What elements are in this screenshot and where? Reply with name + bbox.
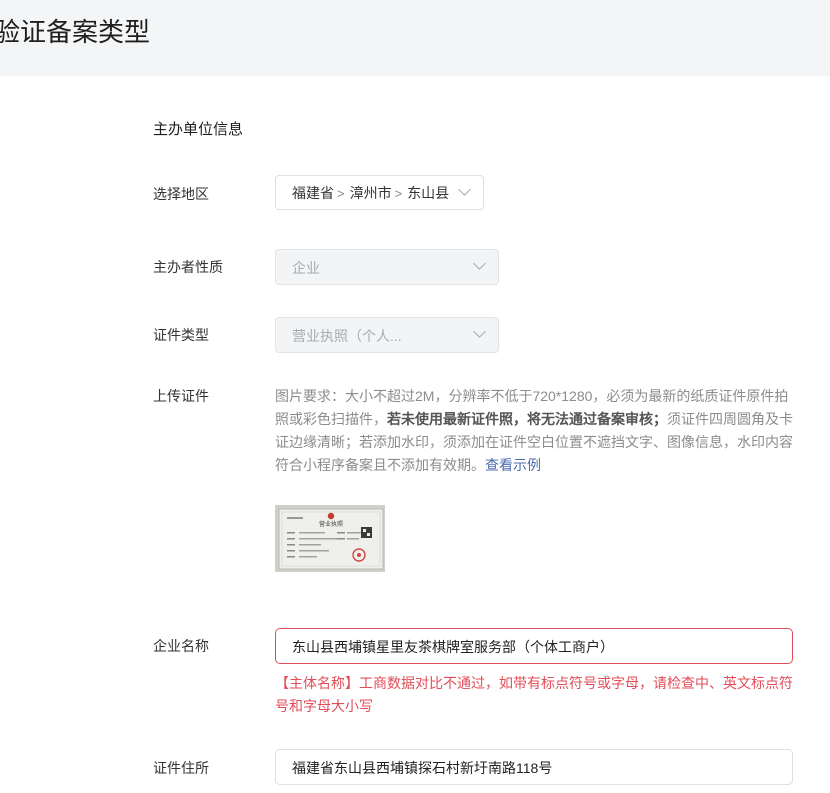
nature-label: 主办者性质 (153, 259, 223, 275)
address-input[interactable]: 福建省东山县西埔镇探石村新圩南路118号 (275, 749, 793, 785)
nature-select[interactable]: 企业 (275, 249, 499, 285)
cert-type-select[interactable]: 营业执照（个人... (275, 317, 499, 353)
breadcrumb-separator-icon: > (337, 186, 345, 201)
region-value: 福建省 > 漳州市 > 东山县 (292, 183, 449, 204)
nature-value: 企业 (292, 260, 320, 276)
view-example-link[interactable]: 查看示例 (485, 457, 541, 473)
company-name-value: 东山县西埔镇星里友茶棋牌室服务部（个体工商户） (292, 639, 614, 655)
certificate-thumbnail[interactable]: 营业执照 (275, 505, 385, 572)
chevron-down-icon (473, 325, 486, 338)
section-title: 主办单位信息 (153, 121, 244, 138)
address-label: 证件住所 (153, 760, 209, 776)
breadcrumb-separator-icon: > (394, 186, 403, 201)
chevron-down-icon (473, 257, 486, 270)
chevron-down-icon (458, 183, 471, 196)
thumbnail-title: 营业执照 (319, 520, 343, 528)
region-city: 漳州市 (349, 185, 392, 201)
upload-requirements: 图片要求：大小不超过2M，分辨率不低于720*1280，必须为最新的纸质证件原件… (275, 385, 795, 477)
region-county: 东山县 (407, 185, 450, 201)
region-label: 选择地区 (153, 186, 209, 202)
cert-type-value: 营业执照（个人... (292, 328, 402, 344)
region-select[interactable]: 福建省 > 漳州市 > 东山县 (275, 175, 484, 210)
license-image-icon: 营业执照 (275, 505, 385, 572)
company-name-input[interactable]: 东山县西埔镇星里友茶棋牌室服务部（个体工商户） (275, 628, 793, 664)
region-province: 福建省 (292, 185, 334, 201)
company-name-label: 企业名称 (153, 638, 209, 654)
page-title: 验证备案类型 (0, 17, 151, 47)
page-header: 验证备案类型 (0, 0, 830, 76)
cert-type-label: 证件类型 (153, 327, 209, 343)
address-value: 福建省东山县西埔镇探石村新圩南路118号 (292, 760, 553, 776)
company-name-error: 【主体名称】工商数据对比不通过，如带有标点符号或字母，请检查中、英文标点符号和字… (275, 675, 793, 714)
upload-desc-bold: 若未使用最新证件照，将无法通过备案审核； (387, 411, 667, 427)
upload-label: 上传证件 (153, 388, 209, 404)
